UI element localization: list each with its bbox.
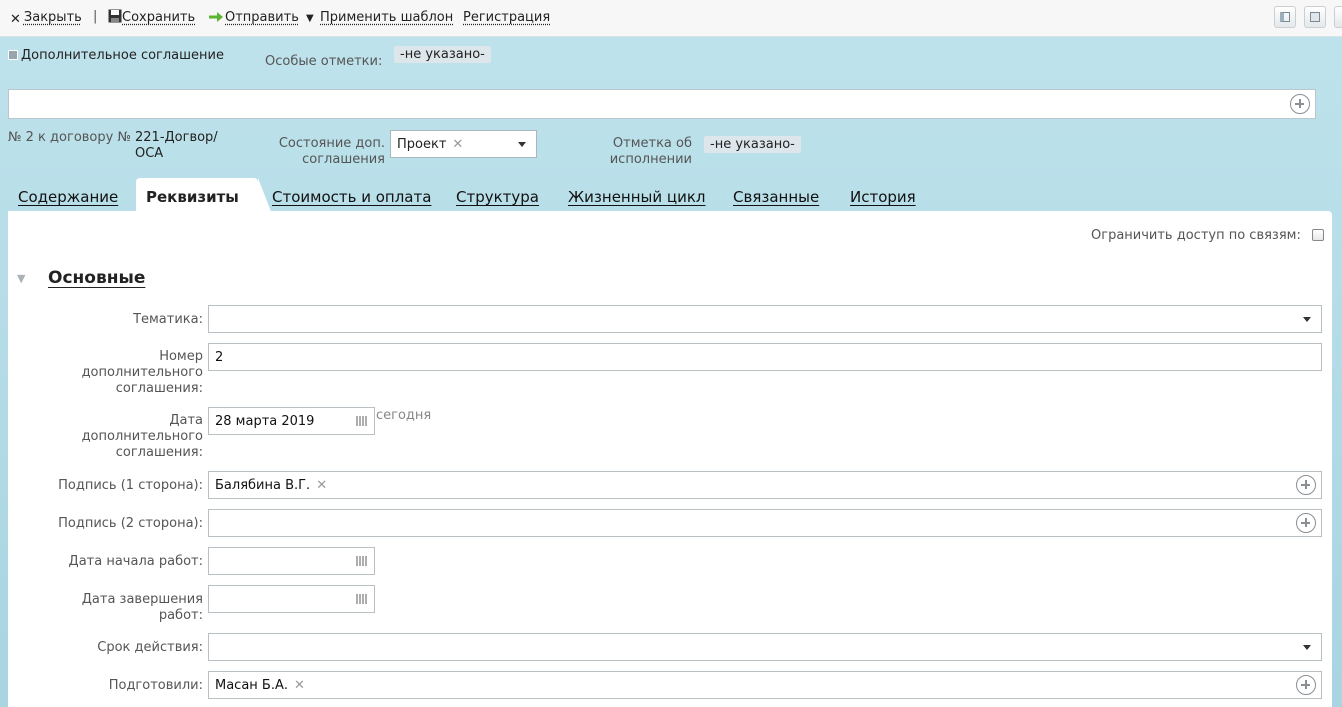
number-prefix: № 2 к договору №	[8, 130, 131, 145]
close-icon: ✕	[10, 12, 21, 27]
state-value-wrap: Проект ✕	[397, 137, 463, 152]
tab-requisites[interactable]: Реквизиты	[136, 178, 272, 214]
clear-icon[interactable]: ✕	[316, 478, 327, 493]
date-label: Дата дополнительного соглашения:	[81, 413, 203, 460]
columns-icon	[1280, 12, 1290, 22]
date-input[interactable]: 28 марта 2019	[208, 407, 375, 435]
sign2-label: Подпись (2 сторона):	[58, 516, 203, 531]
prepared-input[interactable]: Масан Б.А. ✕	[208, 671, 1322, 699]
arrow-right-icon	[209, 12, 223, 22]
restrict-access-label: Ограничить доступ по связям:	[1091, 228, 1301, 243]
tab-related[interactable]: Связанные	[733, 188, 819, 206]
prepared-label: Подготовили:	[108, 678, 203, 693]
restrict-access-checkbox[interactable]	[1312, 229, 1324, 241]
doc-type-icon	[8, 50, 18, 60]
term-select[interactable]	[208, 633, 1322, 661]
registration-button[interactable]: Регистрация	[463, 9, 550, 27]
layout-columns-button[interactable]	[1274, 6, 1296, 28]
plus-circle-icon[interactable]	[1296, 513, 1316, 533]
expand-window-button[interactable]	[1304, 6, 1326, 28]
end-date-input[interactable]	[208, 585, 375, 613]
date-value: 28 марта 2019	[215, 414, 315, 429]
contract-number-link[interactable]: 221-Догвор/ ОСА	[135, 130, 245, 162]
apply-template-button[interactable]: Применить шаблон	[320, 9, 453, 27]
execution-label: Отметка об исполнении	[609, 136, 692, 167]
sign1-value: Балябина В.Г.	[215, 478, 311, 493]
state-select[interactable]: Проект ✕	[390, 130, 537, 158]
tab-structure[interactable]: Структура	[456, 188, 539, 206]
number-label: Номер дополнительного соглашения:	[81, 349, 203, 396]
state-value: Проект	[397, 137, 447, 152]
start-date-label: Дата начала работ:	[68, 554, 203, 569]
doc-type: Дополнительное соглашение	[8, 48, 224, 63]
calendar-icon[interactable]	[356, 556, 368, 566]
close-button[interactable]: ✕ Закрыть	[10, 9, 82, 27]
end-date-label: Дата завершения работ:	[81, 592, 203, 623]
prepared-value: Масан Б.А.	[215, 678, 289, 693]
section-title-main[interactable]: Основные	[48, 268, 145, 288]
clear-icon[interactable]: ✕	[452, 137, 463, 152]
description-input[interactable]	[8, 89, 1316, 119]
floppy-icon	[108, 9, 122, 23]
more-window-button[interactable]	[1334, 6, 1342, 28]
toolbar: ✕ Закрыть | Сохранить Отправить ▼ Примени…	[0, 0, 1342, 37]
topic-select[interactable]	[208, 305, 1322, 333]
chevron-down-icon	[1303, 317, 1311, 322]
plus-circle-icon[interactable]	[1296, 675, 1316, 695]
expand-icon	[1310, 12, 1320, 22]
tab-cost-payment[interactable]: Стоимость и оплата	[272, 188, 431, 206]
tab-history[interactable]: История	[850, 188, 916, 206]
tab-lifecycle[interactable]: Жизненный цикл	[568, 188, 706, 206]
start-date-input[interactable]	[208, 547, 375, 575]
clear-icon[interactable]: ✕	[294, 678, 305, 693]
sign1-label: Подпись (1 сторона):	[58, 478, 203, 493]
state-label: Состояние доп. соглашения	[278, 136, 385, 167]
chevron-down-icon: ▼	[306, 13, 314, 24]
term-label: Срок действия:	[97, 640, 203, 655]
number-value: 2	[215, 350, 224, 365]
save-button[interactable]: Сохранить	[108, 9, 195, 27]
send-button[interactable]: Отправить ▼	[209, 9, 314, 27]
number-input[interactable]: 2	[208, 343, 1322, 371]
special-marks-label: Особые отметки:	[265, 54, 383, 69]
triangle-down-icon[interactable]: ▼	[17, 272, 25, 285]
today-link[interactable]: сегодня	[376, 408, 431, 423]
execution-value[interactable]: -не указано-	[704, 136, 801, 153]
tab-content[interactable]: Содержание	[18, 188, 118, 206]
plus-circle-icon[interactable]	[1296, 475, 1316, 495]
plus-circle-icon[interactable]	[1290, 94, 1310, 114]
sign2-input[interactable]	[208, 509, 1322, 537]
sign1-input[interactable]: Балябина В.Г. ✕	[208, 471, 1322, 499]
topic-label: Тематика:	[133, 312, 203, 327]
special-marks-value[interactable]: -не указано-	[394, 46, 491, 63]
chevron-down-icon	[518, 142, 526, 147]
toolbar-separator: |	[93, 9, 98, 24]
calendar-icon[interactable]	[356, 416, 368, 426]
calendar-icon[interactable]	[356, 594, 368, 604]
chevron-down-icon	[1303, 645, 1311, 650]
